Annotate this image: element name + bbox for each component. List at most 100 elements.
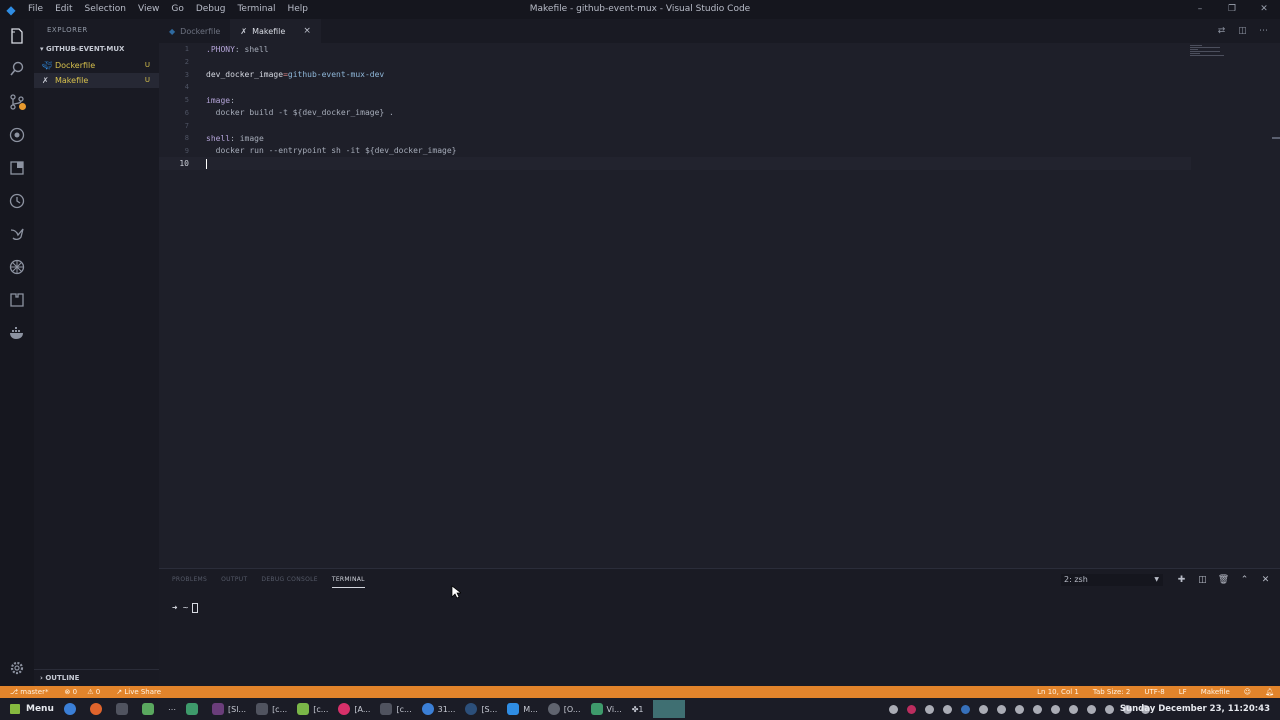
- tray-icon[interactable]: [1051, 704, 1060, 714]
- close-icon[interactable]: ×: [303, 26, 311, 36]
- docker-whale-activity[interactable]: [0, 217, 34, 250]
- remote-activity[interactable]: [0, 283, 34, 316]
- tray-icon[interactable]: [889, 704, 898, 714]
- explorer-sidebar: EXPLORER ▾ GITHUB-EVENT-MUX 🐳︎ Dockerfil…: [34, 19, 159, 686]
- menu-debug[interactable]: Debug: [190, 0, 232, 19]
- live-share-button[interactable]: ↗ Live Share: [116, 688, 169, 696]
- activity-bar: [0, 19, 34, 686]
- minimize-icon[interactable]: –: [1184, 0, 1216, 19]
- volume-icon[interactable]: [1105, 704, 1114, 714]
- trash-icon[interactable]: 🗑︎: [1213, 573, 1234, 587]
- new-terminal-icon[interactable]: ✚: [1171, 573, 1192, 587]
- clock[interactable]: Sunday December 23, 11:20:43: [1120, 698, 1270, 720]
- search-icon: [10, 61, 24, 75]
- tab-problems[interactable]: PROBLEMS: [172, 573, 207, 588]
- line-ending[interactable]: LF: [1179, 688, 1187, 696]
- tab-dockerfile[interactable]: ◆ Dockerfile: [159, 19, 230, 43]
- restore-icon[interactable]: ❐: [1216, 0, 1248, 19]
- wifi-icon[interactable]: [1069, 704, 1078, 714]
- tab-size[interactable]: Tab Size: 2: [1093, 688, 1130, 696]
- menu-file[interactable]: File: [22, 0, 49, 19]
- tab-label: Dockerfile: [180, 26, 221, 36]
- split-editor-icon[interactable]: ◫: [1232, 19, 1253, 43]
- changes-badge: [19, 103, 26, 110]
- code-editor[interactable]: 1 .PHONY: shell 2 3 dev_docker_image=git…: [159, 43, 1280, 568]
- close-panel-icon[interactable]: ✕: [1255, 573, 1276, 587]
- chrome-icon: [64, 703, 76, 715]
- tab-terminal[interactable]: TERMINAL: [331, 573, 365, 588]
- task-terminal-1[interactable]: [c...: [256, 703, 287, 715]
- tray-icon[interactable]: [979, 704, 988, 714]
- menu-view[interactable]: View: [132, 0, 165, 19]
- task-slack[interactable]: [Sl...: [212, 703, 246, 715]
- menu-selection[interactable]: Selection: [79, 0, 132, 19]
- bluetooth-icon[interactable]: [997, 704, 1006, 714]
- task-obs[interactable]: [O...: [547, 703, 581, 715]
- timeline-activity[interactable]: [0, 184, 34, 217]
- extensions-activity[interactable]: [0, 151, 34, 184]
- chrome-launcher[interactable]: [64, 703, 80, 715]
- source-control-activity[interactable]: [0, 85, 34, 118]
- menu-edit[interactable]: Edit: [49, 0, 78, 19]
- docker-activity[interactable]: [0, 316, 34, 349]
- workspace-switcher[interactable]: [653, 700, 686, 718]
- search-activity[interactable]: [0, 52, 34, 85]
- menu-go[interactable]: Go: [165, 0, 189, 19]
- debug-activity[interactable]: [0, 118, 34, 151]
- more-actions-icon[interactable]: ⋯: [1253, 19, 1274, 43]
- manage-activity[interactable]: [0, 658, 34, 678]
- tab-output[interactable]: OUTPUT: [221, 573, 247, 588]
- task-vim[interactable]: [c...: [297, 703, 328, 715]
- files-icon: [11, 27, 23, 44]
- terminal-select[interactable]: 2: zsh ▼: [1061, 574, 1163, 586]
- branch-indicator[interactable]: ⎇ master*: [10, 688, 56, 696]
- start-menu-button[interactable]: Menu: [0, 704, 64, 714]
- explorer-activity[interactable]: [0, 19, 34, 52]
- terminal-icon: [256, 703, 269, 715]
- bell-icon[interactable]: 🔔︎: [1265, 688, 1274, 696]
- menu-help[interactable]: Help: [281, 0, 314, 19]
- folder-section[interactable]: ▾ GITHUB-EVENT-MUX: [34, 41, 159, 58]
- tray-icon[interactable]: [925, 704, 934, 714]
- problems-indicator[interactable]: ⊗ 0 ⚠ 0: [64, 688, 108, 696]
- outline-section[interactable]: › OUTLINE: [34, 669, 159, 686]
- files-app[interactable]: [186, 703, 202, 715]
- cursor-position[interactable]: Ln 10, Col 1: [1037, 688, 1079, 696]
- tray-icon[interactable]: [907, 704, 916, 714]
- task-music[interactable]: [A...: [338, 703, 370, 715]
- minimap[interactable]: [1190, 45, 1226, 59]
- language-mode[interactable]: Makefile: [1201, 688, 1230, 696]
- encoding[interactable]: UTF-8: [1144, 688, 1164, 696]
- apps-menu[interactable]: ⋯: [168, 705, 176, 714]
- tab-debug-console[interactable]: DEBUG CONSOLE: [261, 573, 317, 588]
- tray-icon[interactable]: [1087, 704, 1096, 714]
- tray-icon[interactable]: [1015, 704, 1024, 714]
- firefox-launcher[interactable]: [90, 703, 106, 715]
- kubernetes-activity[interactable]: [0, 250, 34, 283]
- tray-icon[interactable]: [943, 704, 952, 714]
- task-steam[interactable]: [S...: [465, 703, 497, 715]
- tray-icon[interactable]: [1033, 704, 1042, 714]
- file-item-dockerfile[interactable]: 🐳︎ Dockerfile U: [34, 58, 159, 73]
- smiley-icon[interactable]: ☺: [1244, 688, 1251, 696]
- menu-terminal[interactable]: Terminal: [231, 0, 281, 19]
- terminal-prompt[interactable]: ➜ ~: [172, 603, 199, 614]
- scrollbar-marker[interactable]: [1272, 137, 1280, 139]
- chrome-icon: [421, 703, 434, 715]
- tab-makefile[interactable]: ✗ Makefile ×: [230, 19, 321, 43]
- split-terminal-icon[interactable]: ◫: [1192, 573, 1213, 587]
- task-vscode[interactable]: M...: [507, 703, 538, 715]
- chevron-up-icon[interactable]: ⌃: [1234, 573, 1255, 587]
- task-video[interactable]: Vi...: [590, 703, 622, 715]
- task-chrome[interactable]: 31...: [421, 703, 455, 715]
- terminal-launcher[interactable]: [116, 703, 132, 715]
- tray-icon[interactable]: [961, 704, 970, 714]
- file-item-makefile[interactable]: ✗ Makefile U: [34, 73, 159, 88]
- files-launcher[interactable]: [142, 703, 158, 715]
- open-changes-icon[interactable]: ⇄: [1211, 19, 1232, 43]
- close-window-icon[interactable]: ✕: [1248, 0, 1280, 19]
- task-workspace[interactable]: ✤ 1: [632, 705, 644, 714]
- terminal-select-value: 2: zsh: [1064, 575, 1088, 584]
- task-terminal-2[interactable]: [c...: [380, 703, 412, 715]
- puzzle-icon: [10, 292, 24, 307]
